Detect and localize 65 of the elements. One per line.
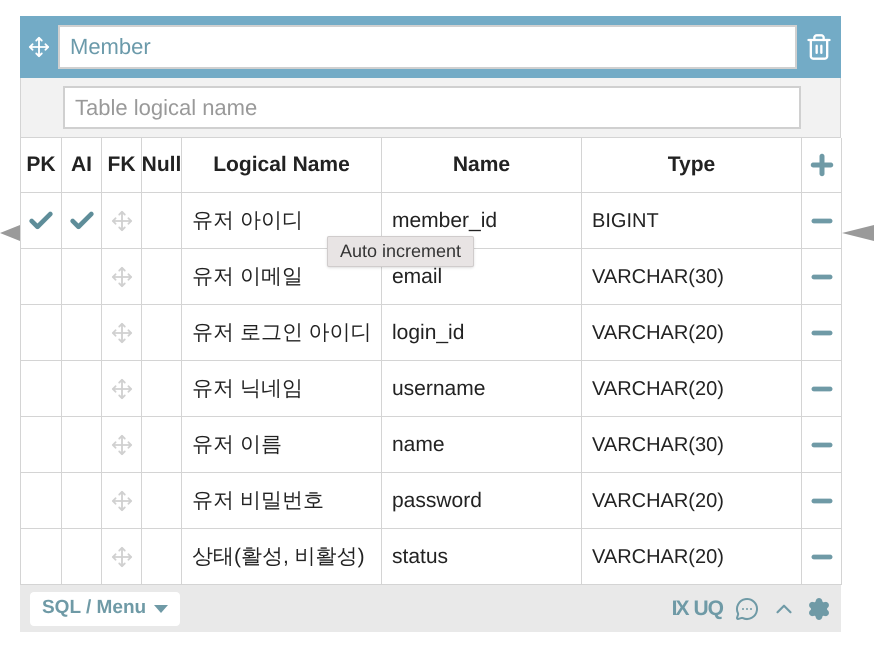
column-name-text: name xyxy=(392,432,445,458)
logical-name-text: 유저 닉네임 xyxy=(192,376,303,402)
checkbox-cell[interactable] xyxy=(21,417,62,473)
checkbox-cell[interactable] xyxy=(21,361,62,417)
column-header: Null xyxy=(142,138,182,193)
column-header: Logical Name xyxy=(182,138,382,193)
drag-handle-icon[interactable] xyxy=(110,266,132,288)
connector-arrow-icon xyxy=(842,225,874,241)
drag-handle-icon[interactable] xyxy=(110,546,132,568)
drag-handle-icon[interactable] xyxy=(110,434,132,456)
drag-handle-icon[interactable] xyxy=(110,210,132,232)
checkbox-cell[interactable] xyxy=(62,249,102,305)
checkbox-cell[interactable] xyxy=(21,193,62,249)
drag-handle-icon[interactable] xyxy=(110,378,132,400)
column-name-text: member_id xyxy=(392,208,498,234)
logical-name-text: 유저 로그인 아이디 xyxy=(192,320,372,346)
logical-name-text: 유저 이름 xyxy=(192,432,282,458)
sql-menu-button[interactable]: SQL / Menu xyxy=(30,592,180,626)
checkbox-cell[interactable] xyxy=(21,473,62,529)
logical-name-text: 유저 비밀번호 xyxy=(192,488,324,514)
unique-button[interactable]: UQ xyxy=(694,592,723,624)
column-header: PK xyxy=(21,138,62,193)
column-header: FK xyxy=(102,138,142,193)
type-text: VARCHAR(30) xyxy=(592,432,724,458)
drag-handle-icon[interactable] xyxy=(110,490,132,512)
checkbox-cell[interactable] xyxy=(142,417,182,473)
checkbox-cell[interactable] xyxy=(142,249,182,305)
logical-name-text: 상태(활성, 비활성) xyxy=(192,544,365,570)
comment-icon[interactable] xyxy=(735,596,759,620)
table-name-field[interactable]: Member xyxy=(58,25,797,69)
type-text: VARCHAR(20) xyxy=(592,544,724,570)
settings-icon[interactable] xyxy=(807,596,831,620)
column-header: AI xyxy=(62,138,102,193)
column-name-text: username xyxy=(392,376,486,402)
type-text: VARCHAR(20) xyxy=(592,376,724,402)
column-name-text: status xyxy=(392,544,448,570)
index-button[interactable]: IX xyxy=(672,592,688,624)
checkbox-cell[interactable] xyxy=(142,305,182,361)
checkbox-cell[interactable] xyxy=(62,305,102,361)
checkbox-cell[interactable] xyxy=(62,473,102,529)
column-name-text: password xyxy=(392,488,482,514)
connector-arrow-icon xyxy=(0,225,20,241)
drag-handle-icon[interactable] xyxy=(110,322,132,344)
column-name-text: login_id xyxy=(392,320,464,346)
checkbox-cell[interactable] xyxy=(142,361,182,417)
type-text: VARCHAR(30) xyxy=(592,264,724,290)
checkbox-cell[interactable] xyxy=(62,417,102,473)
type-text: VARCHAR(20) xyxy=(592,320,724,346)
checkbox-cell[interactable] xyxy=(21,249,62,305)
caret-icon xyxy=(154,604,168,612)
logical-name-field[interactable]: Table logical name xyxy=(63,86,801,129)
column-header: Type xyxy=(582,138,802,193)
move-icon[interactable] xyxy=(28,36,50,58)
delete-icon[interactable] xyxy=(805,33,833,61)
checkbox-cell[interactable] xyxy=(142,473,182,529)
type-text: BIGINT xyxy=(592,208,659,234)
checkbox-cell[interactable] xyxy=(21,305,62,361)
type-text: VARCHAR(20) xyxy=(592,488,724,514)
column-header: Name xyxy=(382,138,582,193)
logical-name-text: 유저 이메일 xyxy=(192,264,303,290)
tooltip: Auto increment xyxy=(327,236,474,267)
checkbox-cell[interactable] xyxy=(62,193,102,249)
logical-name-text: 유저 아이디 xyxy=(192,208,303,234)
checkbox-cell[interactable] xyxy=(142,193,182,249)
checkbox-cell[interactable] xyxy=(62,361,102,417)
